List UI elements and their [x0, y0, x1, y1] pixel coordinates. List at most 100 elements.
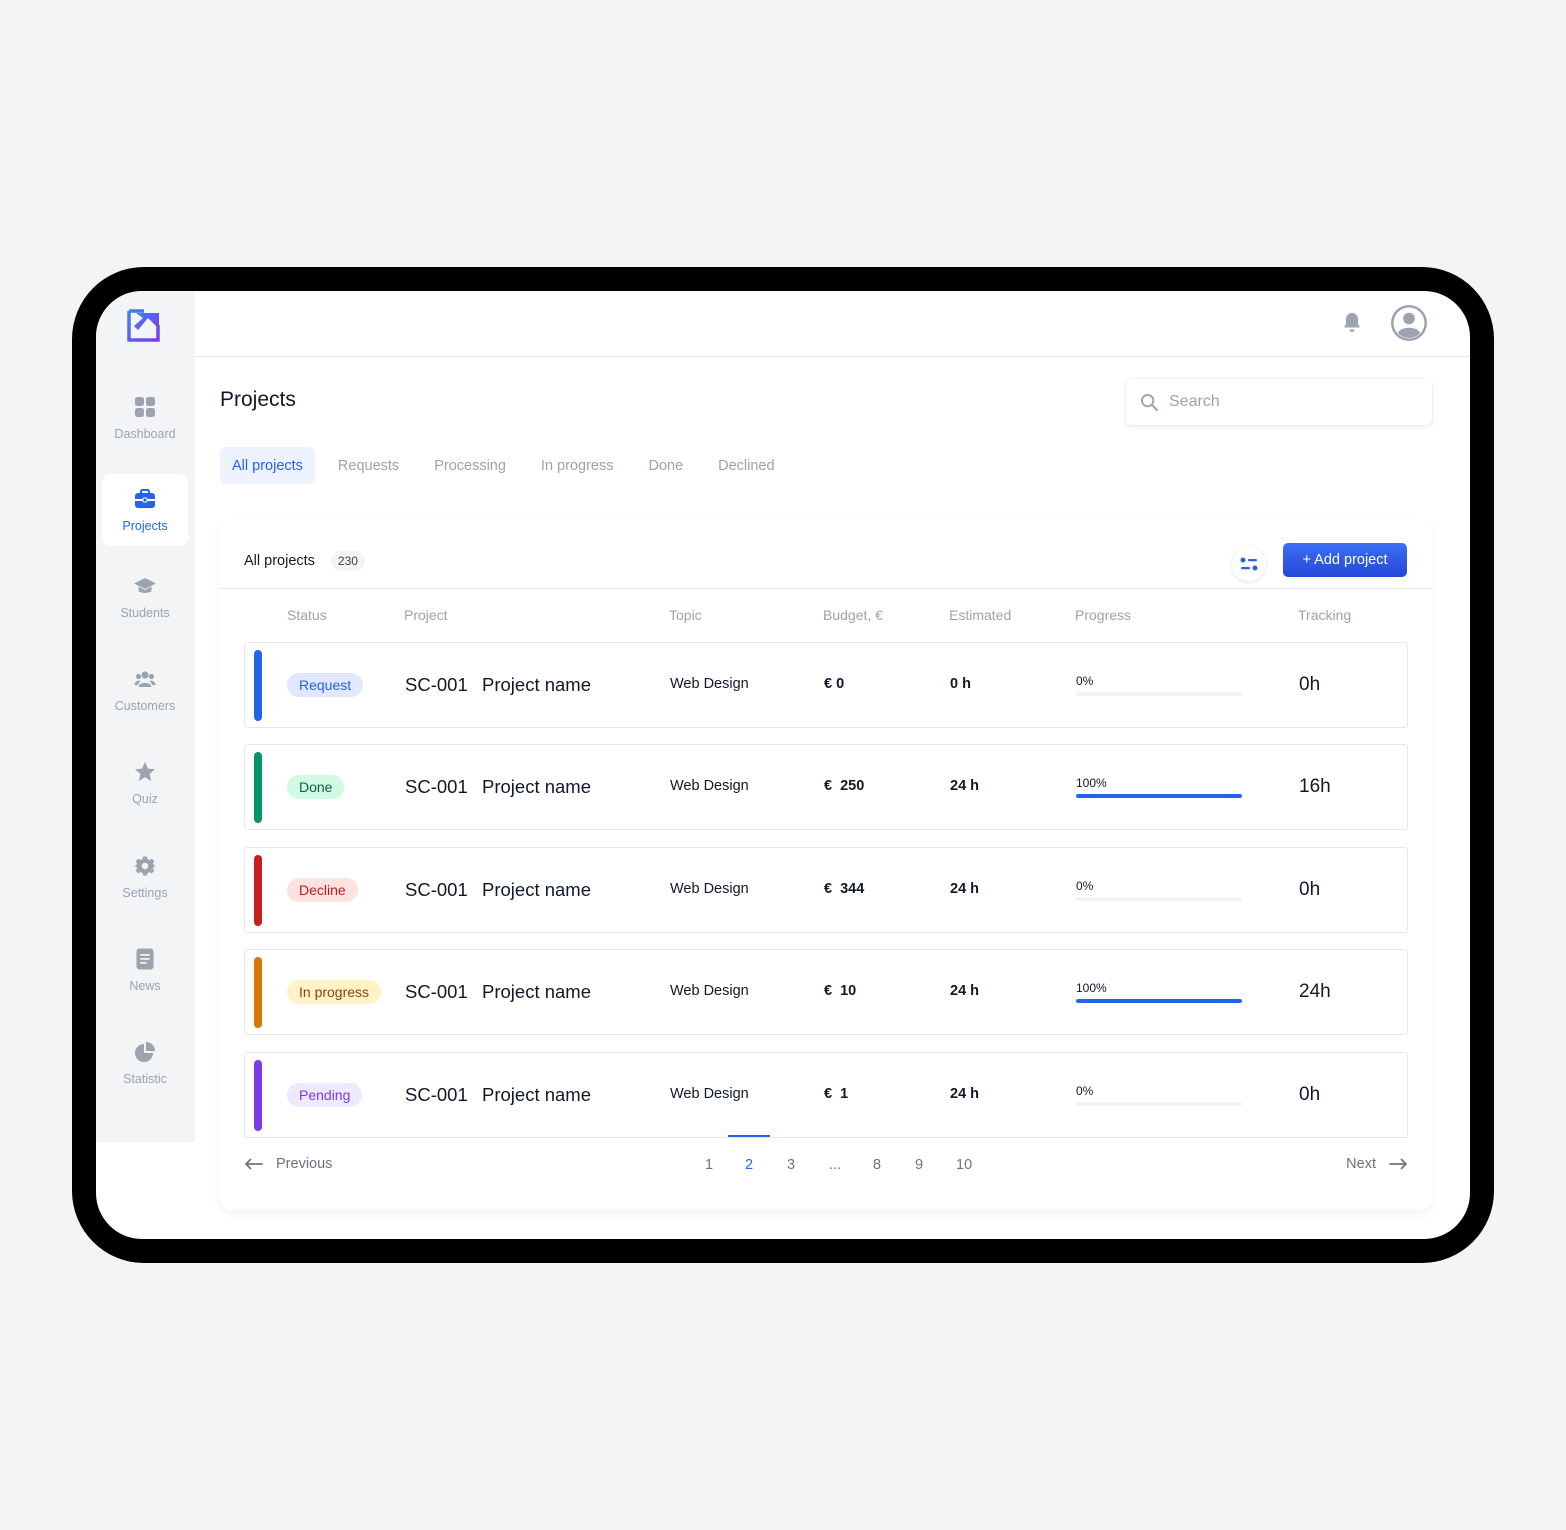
time-tracking: 0h	[1299, 1084, 1321, 1105]
sidebar-item-students[interactable]: Students	[102, 561, 188, 633]
sidebar-item-label: Customers	[114, 698, 176, 713]
bell-icon[interactable]	[1340, 311, 1364, 335]
tab-declined[interactable]: Declined	[706, 447, 786, 484]
project-budget: € 10	[824, 983, 857, 999]
sidebar-item-settings[interactable]: Settings	[102, 841, 188, 913]
sidebar-item-news[interactable]: News	[102, 934, 188, 1006]
project-estimated: 24 h	[950, 1086, 980, 1102]
previous-page-button[interactable]: Previous	[244, 1156, 332, 1172]
tablet-frame: Dashboard Projects Students Customers Qu…	[72, 267, 1494, 1263]
sidebar-item-label: Statistic	[123, 1071, 167, 1086]
status-color-bar	[254, 855, 262, 926]
page-number-current[interactable]: 2	[745, 1157, 753, 1173]
project-topic: Web Design	[670, 983, 749, 999]
table-row[interactable]: Done SC-001 Project name Web Design € 25…	[244, 744, 1408, 830]
filter-sliders-icon	[1240, 557, 1258, 571]
column-header-progress[interactable]: Progress	[1075, 607, 1131, 623]
tab-all-projects[interactable]: All projects	[220, 447, 315, 484]
project-code: SC-001	[405, 879, 468, 900]
page-number[interactable]: 3	[787, 1157, 795, 1173]
status-badge: Decline	[287, 878, 358, 902]
status-color-bar	[254, 650, 262, 721]
project-code: SC-001	[405, 981, 468, 1002]
project-name[interactable]: Project name	[482, 981, 591, 1003]
search-icon	[1140, 393, 1159, 411]
sidebar-item-label: Projects	[122, 518, 168, 533]
tab-requests[interactable]: Requests	[326, 447, 411, 484]
tab-done[interactable]: Done	[636, 447, 695, 484]
project-estimated: 24 h	[950, 778, 980, 794]
page-number[interactable]: 9	[915, 1157, 923, 1173]
sidebar-item-quiz[interactable]: Quiz	[102, 747, 188, 819]
app-screen: Dashboard Projects Students Customers Qu…	[96, 291, 1470, 1239]
pie-chart-icon	[135, 1041, 155, 1062]
status-color-bar	[254, 752, 262, 823]
page-title: Projects	[220, 388, 296, 411]
page-ellipsis: ...	[829, 1157, 842, 1173]
tab-in-progress[interactable]: In progress	[529, 447, 626, 484]
project-code: SC-001	[405, 1084, 468, 1105]
progress-bar-fill	[1076, 794, 1242, 798]
project-budget: € 250	[824, 778, 865, 794]
card-title: All projects	[244, 553, 315, 569]
table-row[interactable]: Request SC-001 Project name Web Design €…	[244, 642, 1408, 728]
table-row[interactable]: Pending SC-001 Project name Web Design €…	[244, 1052, 1408, 1138]
column-header-project[interactable]: Project	[404, 607, 448, 623]
project-name[interactable]: Project name	[482, 776, 591, 798]
document-icon	[136, 948, 154, 969]
project-name[interactable]: Project name	[482, 674, 591, 696]
sidebar: Dashboard Projects Students Customers Qu…	[96, 291, 195, 1142]
sidebar-item-projects[interactable]: Projects	[102, 474, 188, 546]
divider	[220, 588, 1432, 589]
page-number[interactable]: 8	[873, 1157, 881, 1173]
column-header-budget[interactable]: Budget, €	[823, 607, 883, 623]
status-color-bar	[254, 957, 262, 1028]
project-estimated: 24 h	[950, 881, 980, 897]
project-name[interactable]: Project name	[482, 1084, 591, 1106]
project-topic: Web Design	[670, 1086, 749, 1102]
project-code: SC-001	[405, 674, 468, 695]
filter-button[interactable]	[1232, 547, 1266, 581]
page-number[interactable]: 10	[956, 1157, 972, 1173]
progress-bar	[1076, 794, 1242, 798]
edit-square-logo-icon[interactable]	[126, 305, 164, 343]
column-header-status[interactable]: Status	[287, 607, 327, 623]
table-row[interactable]: Decline SC-001 Project name Web Design €…	[244, 847, 1408, 933]
status-badge: Request	[287, 673, 364, 697]
star-icon	[135, 761, 155, 781]
page-number[interactable]: 1	[705, 1157, 713, 1173]
sidebar-item-customers[interactable]: Customers	[102, 654, 188, 726]
project-budget: € 344	[824, 881, 865, 897]
time-tracking: 0h	[1299, 879, 1321, 900]
sidebar-item-label: News	[129, 978, 161, 993]
tab-processing[interactable]: Processing	[422, 447, 518, 484]
next-page-button[interactable]: Next	[1346, 1156, 1408, 1172]
sidebar-item-label: Quiz	[132, 791, 158, 806]
status-badge: In progress	[287, 980, 382, 1004]
projects-card: All projects 230 + Add project Status Pr…	[220, 516, 1432, 1210]
project-name[interactable]: Project name	[482, 879, 591, 901]
users-icon	[134, 670, 156, 687]
progress-label: 0%	[1076, 1084, 1094, 1098]
sidebar-item-statistic[interactable]: Statistic	[102, 1027, 188, 1099]
project-topic: Web Design	[670, 778, 749, 794]
column-header-topic[interactable]: Topic	[669, 607, 702, 623]
sidebar-item-label: Settings	[122, 885, 168, 900]
progress-label: 100%	[1076, 981, 1107, 995]
progress-label: 0%	[1076, 674, 1094, 688]
gear-icon	[134, 856, 156, 876]
search-box[interactable]	[1126, 379, 1432, 425]
card-header: All projects 230	[244, 551, 365, 571]
sidebar-item-dashboard[interactable]: Dashboard	[102, 382, 188, 454]
user-avatar-icon[interactable]	[1390, 304, 1428, 342]
column-header-estimated[interactable]: Estimated	[949, 607, 1011, 623]
time-tracking: 24h	[1299, 981, 1331, 1002]
project-count-badge: 230	[330, 551, 365, 571]
progress-bar	[1076, 999, 1242, 1003]
project-estimated: 0 h	[950, 676, 971, 692]
progress-bar-fill	[1076, 999, 1242, 1003]
column-header-tracking[interactable]: Tracking	[1298, 607, 1351, 623]
add-project-button[interactable]: + Add project	[1283, 543, 1407, 577]
table-row[interactable]: In progress SC-001 Project name Web Desi…	[244, 949, 1408, 1035]
search-input[interactable]	[1169, 393, 1399, 411]
